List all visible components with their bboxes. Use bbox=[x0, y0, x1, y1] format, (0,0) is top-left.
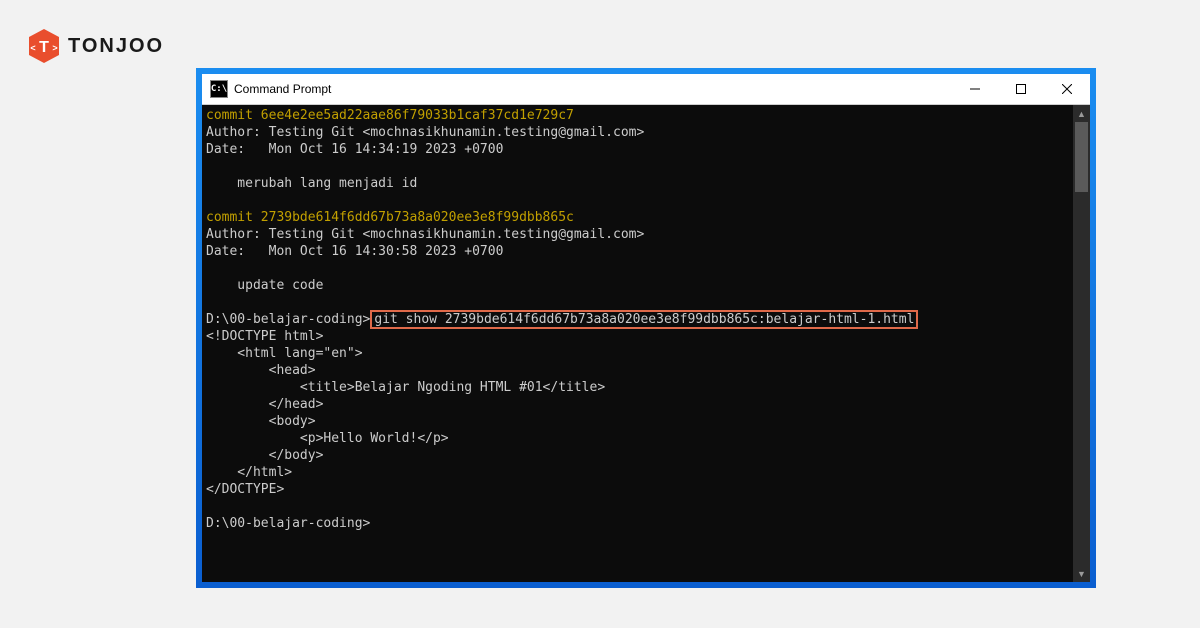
terminal-area: commit 6ee4e2ee5ad22aae86f79033b1caf37cd… bbox=[202, 105, 1090, 582]
prompt-path: D:\00-belajar-coding> bbox=[206, 516, 370, 531]
out-line: <title>Belajar Ngoding HTML #01</title> bbox=[206, 380, 605, 395]
brand-name: TONJOO bbox=[68, 35, 164, 58]
out-line: <body> bbox=[206, 414, 316, 429]
out-line: </html> bbox=[206, 465, 292, 480]
out-line: <html lang="en"> bbox=[206, 346, 363, 361]
out-line: <head> bbox=[206, 363, 316, 378]
commit-line: commit 6ee4e2ee5ad22aae86f79033b1caf37cd… bbox=[206, 108, 574, 123]
vertical-scrollbar[interactable]: ▲ ▼ bbox=[1073, 105, 1090, 582]
out-line: <p>Hello World!</p> bbox=[206, 431, 449, 446]
out-line: </body> bbox=[206, 448, 323, 463]
desktop-background: C:\ Command Prompt commit 6ee4e2ee5ad22a… bbox=[196, 68, 1096, 588]
out-line: </head> bbox=[206, 397, 323, 412]
date-line: Date: Mon Oct 16 14:34:19 2023 +0700 bbox=[206, 142, 503, 157]
window-title: Command Prompt bbox=[234, 82, 331, 96]
commit-line: commit 2739bde614f6dd67b73a8a020ee3e8f99… bbox=[206, 210, 574, 225]
out-line: </DOCTYPE> bbox=[206, 482, 284, 497]
highlighted-command: git show 2739bde614f6dd67b73a8a020ee3e8f… bbox=[370, 310, 918, 329]
close-button[interactable] bbox=[1044, 74, 1090, 104]
author-line: Author: Testing Git <mochnasikhunamin.te… bbox=[206, 227, 644, 242]
commit-msg: update code bbox=[206, 278, 323, 293]
brand-mark-icon: T < > bbox=[28, 28, 60, 64]
minimize-button[interactable] bbox=[952, 74, 998, 104]
terminal-output[interactable]: commit 6ee4e2ee5ad22aae86f79033b1caf37cd… bbox=[202, 105, 1073, 582]
scroll-up-icon[interactable]: ▲ bbox=[1073, 105, 1090, 122]
svg-text:T: T bbox=[39, 39, 49, 56]
maximize-button[interactable] bbox=[998, 74, 1044, 104]
window-titlebar[interactable]: C:\ Command Prompt bbox=[202, 74, 1090, 105]
svg-text:>: > bbox=[52, 43, 57, 53]
scroll-down-icon[interactable]: ▼ bbox=[1073, 565, 1090, 582]
prompt-path: D:\00-belajar-coding> bbox=[206, 312, 370, 327]
commit-msg: merubah lang menjadi id bbox=[206, 176, 417, 191]
out-line: <!DOCTYPE html> bbox=[206, 329, 323, 344]
cmd-icon: C:\ bbox=[210, 80, 228, 98]
date-line: Date: Mon Oct 16 14:30:58 2023 +0700 bbox=[206, 244, 503, 259]
command-prompt-window: C:\ Command Prompt commit 6ee4e2ee5ad22a… bbox=[202, 74, 1090, 582]
author-line: Author: Testing Git <mochnasikhunamin.te… bbox=[206, 125, 644, 140]
brand-logo: T < > TONJOO bbox=[28, 28, 164, 64]
svg-text:<: < bbox=[30, 43, 35, 53]
scroll-thumb[interactable] bbox=[1075, 122, 1088, 192]
